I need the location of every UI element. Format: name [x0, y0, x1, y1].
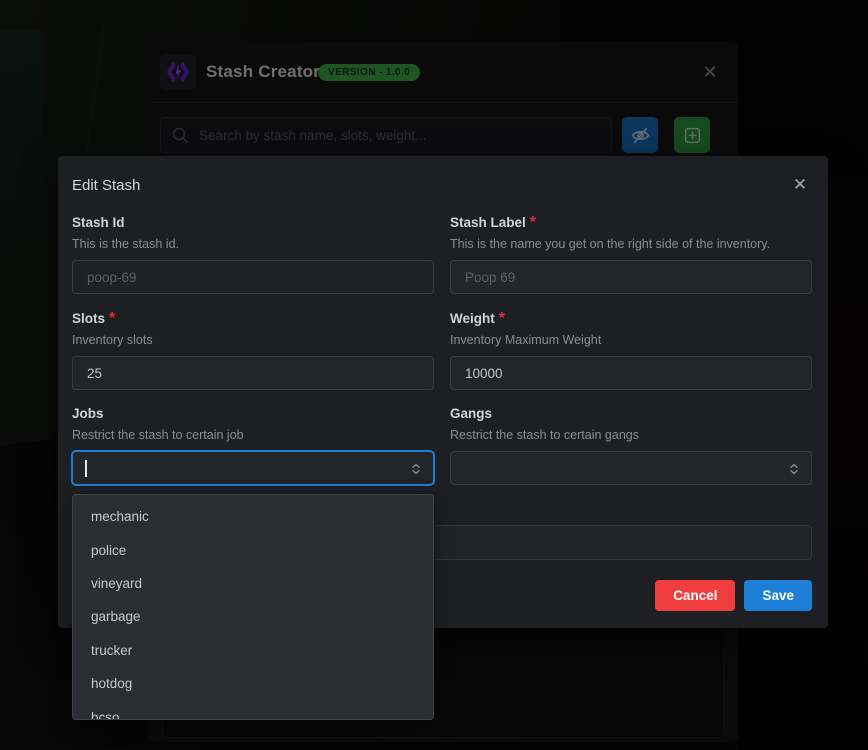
stash-id-input[interactable] — [85, 269, 421, 286]
field-label: Slots — [72, 311, 105, 326]
modal-close-icon[interactable]: ✕ — [789, 174, 811, 196]
dropdown-option-trucker[interactable]: trucker — [77, 634, 429, 667]
field-stash-label: Stash Label * This is the name you get on… — [450, 214, 812, 294]
text-caret — [85, 460, 87, 477]
stash-id-input-wrap — [72, 260, 434, 294]
weight-input-wrap — [450, 356, 812, 390]
field-label: Jobs — [72, 406, 104, 421]
stash-label-input[interactable] — [463, 269, 799, 286]
gangs-select[interactable] — [450, 451, 812, 485]
dropdown-option-bcso[interactable]: bcso — [77, 700, 429, 720]
dropdown-option-garbage[interactable]: garbage — [77, 600, 429, 633]
field-label: Gangs — [450, 406, 492, 421]
field-weight: Weight * Inventory Maximum Weight — [450, 310, 812, 390]
field-description: Restrict the stash to certain job — [72, 428, 434, 442]
field-gangs: Gangs Restrict the stash to certain gang… — [450, 405, 812, 485]
modal-footer: Cancel Save — [655, 580, 812, 611]
jobs-dropdown: mechanic police vineyard garbage trucker… — [72, 494, 434, 720]
field-description: Inventory slots — [72, 333, 434, 347]
dropdown-option-police[interactable]: police — [77, 533, 429, 566]
field-description: Restrict the stash to certain gangs — [450, 428, 812, 442]
field-slots: Slots * Inventory slots — [72, 310, 434, 390]
field-description: This is the stash id. — [72, 237, 434, 251]
dropdown-option-vineyard[interactable]: vineyard — [77, 567, 429, 600]
field-label: Weight — [450, 311, 495, 326]
slots-input[interactable] — [85, 365, 421, 382]
weight-input[interactable] — [463, 365, 799, 382]
field-jobs: Jobs Restrict the stash to certain job — [72, 405, 434, 485]
required-asterisk: * — [530, 214, 536, 231]
slots-input-wrap — [72, 356, 434, 390]
save-button[interactable]: Save — [744, 580, 812, 611]
required-asterisk: * — [109, 310, 115, 327]
screen: Stash Creator VERSION - 1.0.0 ✕ — [0, 0, 868, 750]
cancel-button[interactable]: Cancel — [655, 580, 735, 611]
modal-title: Edit Stash — [72, 177, 140, 194]
chevron-up-down-icon — [408, 461, 424, 482]
field-stash-id: Stash Id This is the stash id. — [72, 214, 434, 294]
field-description: This is the name you get on the right si… — [450, 237, 812, 251]
field-label: Stash Id — [72, 215, 125, 230]
field-label: Stash Label — [450, 215, 526, 230]
chevron-up-down-icon — [786, 461, 802, 482]
field-description: Inventory Maximum Weight — [450, 333, 812, 347]
jobs-select[interactable] — [72, 451, 434, 485]
required-asterisk: * — [499, 310, 505, 327]
dropdown-option-mechanic[interactable]: mechanic — [77, 500, 429, 533]
stash-label-input-wrap — [450, 260, 812, 294]
dropdown-option-hotdog[interactable]: hotdog — [77, 667, 429, 700]
